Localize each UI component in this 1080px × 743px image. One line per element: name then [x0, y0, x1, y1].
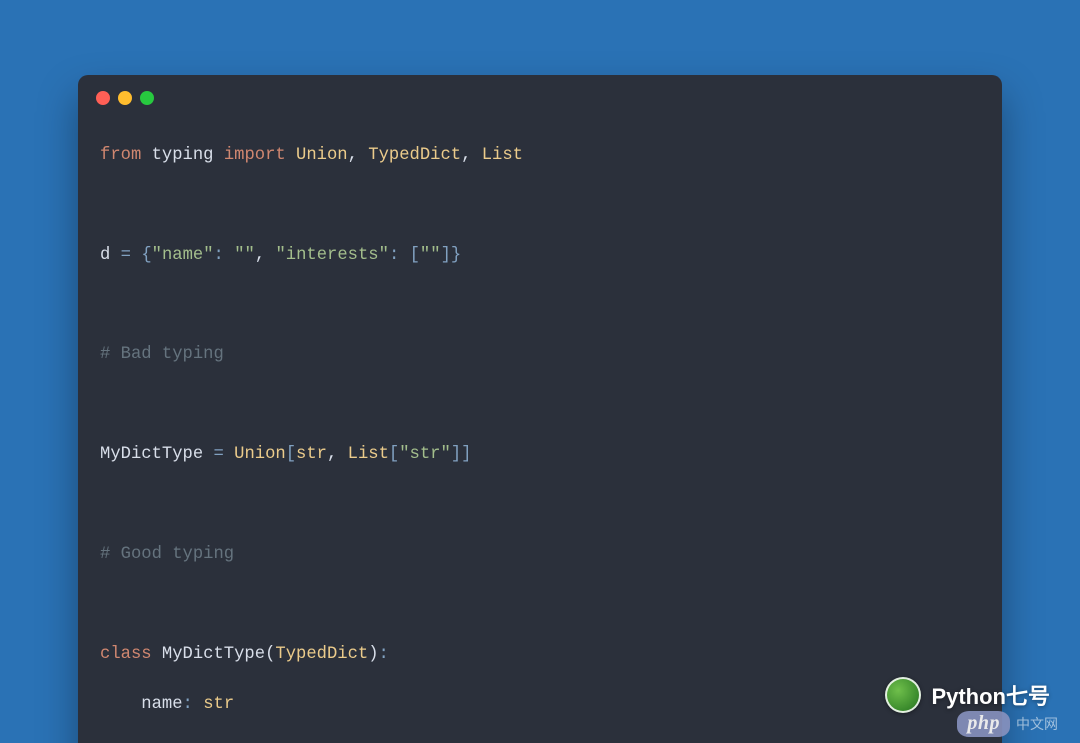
var-d: d: [100, 246, 110, 265]
site-watermark: php 中文网: [957, 711, 1058, 737]
code-line-blank: [100, 393, 980, 418]
class-name: MyDictType: [162, 645, 265, 664]
keyword-import: import: [224, 146, 286, 165]
union-call: Union: [234, 445, 286, 464]
code-line-5: # Bad typing: [100, 343, 980, 368]
type-str: str: [296, 445, 327, 464]
code-line-blank: [100, 593, 980, 618]
window-close-icon[interactable]: [96, 91, 110, 105]
comment-bad-typing: # Bad typing: [100, 345, 224, 364]
code-line-9: # Good typing: [100, 543, 980, 568]
base-class: TypedDict: [275, 645, 368, 664]
code-line-7: MyDictType = Union[str, List["str"]]: [100, 443, 980, 468]
code-line-blank: [100, 294, 980, 319]
php-logo-icon: php: [957, 711, 1010, 737]
window-zoom-icon[interactable]: [140, 91, 154, 105]
window-titlebar: [78, 91, 1002, 119]
type-alias-name: MyDictType: [100, 445, 203, 464]
site-name-cn: 中文网: [1016, 714, 1058, 734]
code-line-blank: [100, 493, 980, 518]
dict-key-name: "name": [152, 246, 214, 265]
code-line-3: d = {"name": "", "interests": [""]}: [100, 244, 980, 269]
code-block: from typing import Union, TypedDict, Lis…: [78, 119, 1002, 743]
list-call: List: [348, 445, 389, 464]
wechat-name: Python七号: [931, 679, 1050, 711]
field-name: name: [141, 695, 182, 714]
dict-list-item: "": [420, 246, 441, 265]
import-list: List: [482, 146, 523, 165]
dict-key-interests: "interests": [275, 246, 388, 265]
keyword-class: class: [100, 645, 152, 664]
keyword-from: from: [100, 146, 141, 165]
code-window: from typing import Union, TypedDict, Lis…: [78, 75, 1002, 743]
code-line-blank: [100, 194, 980, 219]
module-name: typing: [152, 146, 214, 165]
code-line-12: name: str: [100, 693, 980, 718]
import-typeddict: TypedDict: [368, 146, 461, 165]
wechat-watermark: Python七号: [885, 677, 1050, 713]
wechat-avatar-icon: [885, 677, 921, 713]
code-line-1: from typing import Union, TypedDict, Lis…: [100, 144, 980, 169]
field-name-type: str: [203, 695, 234, 714]
str-literal-str: "str": [399, 445, 451, 464]
import-union: Union: [296, 146, 348, 165]
window-minimize-icon[interactable]: [118, 91, 132, 105]
code-line-11: class MyDictType(TypedDict):: [100, 643, 980, 668]
page-root: from typing import Union, TypedDict, Lis…: [0, 0, 1080, 743]
comment-good-typing: # Good typing: [100, 545, 234, 564]
dict-val-name: "": [234, 246, 255, 265]
